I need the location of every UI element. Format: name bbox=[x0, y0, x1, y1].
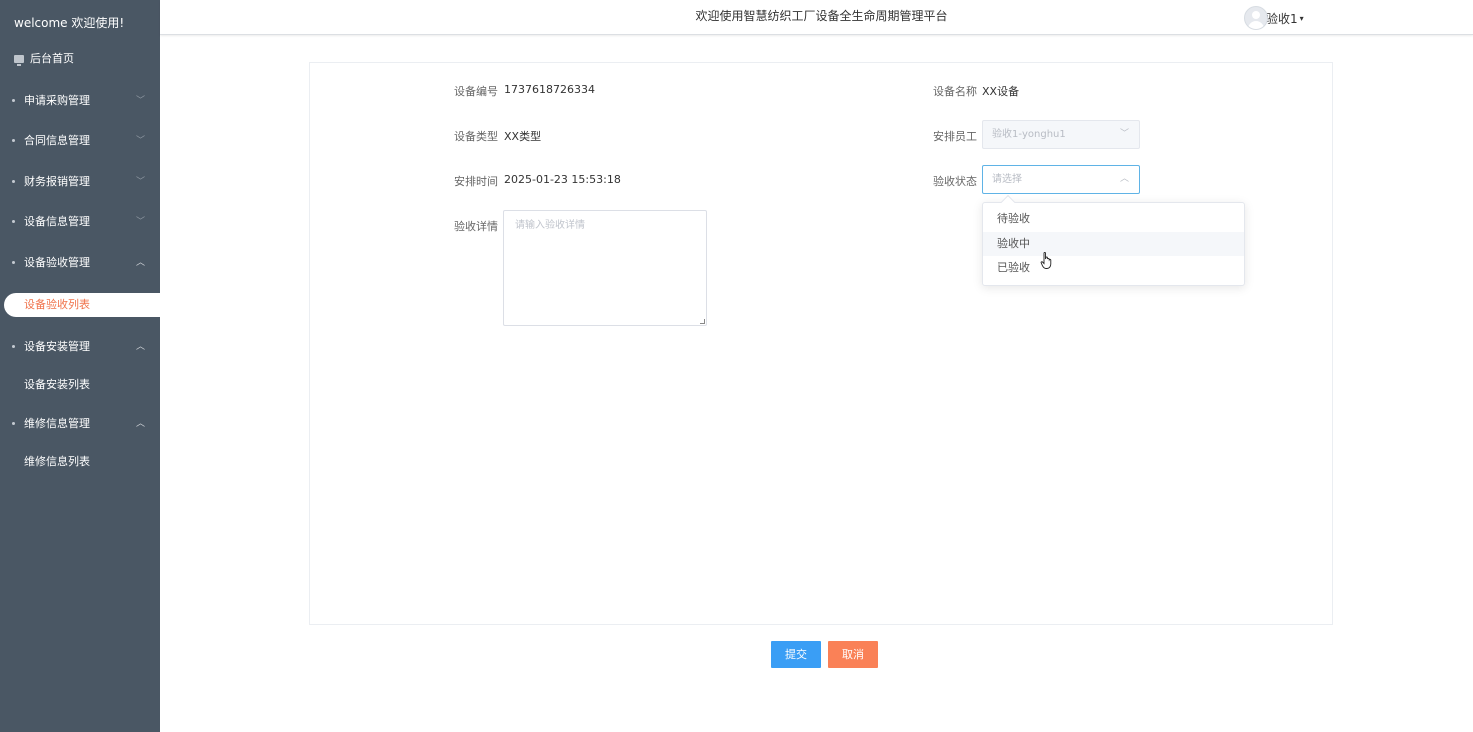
staff-select-value: 验收1-yonghu1 bbox=[992, 129, 1066, 140]
status-select-placeholder: 请选择 bbox=[992, 174, 1022, 185]
sidebar-group-purchase[interactable]: 申请采购管理 ﹀ bbox=[0, 88, 160, 112]
bullet-icon bbox=[12, 138, 15, 142]
sidebar-group-label: 申请采购管理 bbox=[24, 94, 90, 107]
status-option-pending[interactable]: 待验收 bbox=[983, 207, 1244, 231]
chevron-up-icon: ︿ bbox=[135, 342, 145, 352]
sidebar: welcome 欢迎使用! 后台首页 申请采购管理 ﹀ 合同信息管理 ﹀ 财务报… bbox=[0, 0, 160, 732]
sidebar-group-contract[interactable]: 合同信息管理 ﹀ bbox=[0, 128, 160, 152]
sidebar-group-label: 合同信息管理 bbox=[24, 134, 90, 147]
status-dropdown: 待验收 验收中 已验收 bbox=[982, 194, 1245, 286]
user-menu[interactable]: 验收1 ▾ bbox=[1244, 6, 1304, 30]
top-header: 欢迎使用智慧纺织工厂设备全生命周期管理平台 验收1 ▾ bbox=[160, 0, 1473, 35]
device-no-label: 设备编号 bbox=[454, 85, 498, 98]
sidebar-group-label: 维修信息管理 bbox=[24, 417, 90, 430]
sidebar-group-device-info[interactable]: 设备信息管理 ﹀ bbox=[0, 209, 160, 233]
sidebar-group-finance[interactable]: 财务报销管理 ﹀ bbox=[0, 169, 160, 193]
chevron-up-icon: ︿ bbox=[1119, 174, 1129, 184]
bullet-icon bbox=[12, 98, 15, 102]
sidebar-group-label: 设备信息管理 bbox=[24, 215, 90, 228]
staff-select: 验收1-yonghu1 ﹀ bbox=[982, 120, 1140, 149]
status-option-in-progress[interactable]: 验收中 bbox=[983, 232, 1244, 256]
device-no-value: 1737618726334 bbox=[504, 83, 595, 96]
hand-cursor-icon bbox=[1040, 252, 1052, 269]
chevron-down-icon: ﹀ bbox=[135, 177, 145, 187]
chevron-down-icon: ﹀ bbox=[135, 217, 145, 227]
bullet-icon bbox=[12, 260, 15, 264]
device-name-value: XX设备 bbox=[982, 85, 1020, 98]
time-label: 安排时间 bbox=[454, 175, 498, 188]
sidebar-group-label: 财务报销管理 bbox=[24, 175, 90, 188]
caret-down-icon[interactable]: ▾ bbox=[1300, 14, 1304, 23]
status-select[interactable]: 请选择 ︿ bbox=[982, 165, 1140, 194]
sidebar-item-acceptance-list[interactable]: 设备验收列表 bbox=[4, 293, 160, 317]
chevron-down-icon: ﹀ bbox=[135, 136, 145, 146]
time-value: 2025-01-23 15:53:18 bbox=[504, 173, 621, 186]
chevron-up-icon: ︿ bbox=[135, 258, 145, 268]
cancel-button[interactable]: 取消 bbox=[828, 641, 878, 668]
detail-textarea[interactable]: 请输入验收详情 bbox=[503, 210, 707, 326]
sidebar-group-label: 设备安装管理 bbox=[24, 340, 90, 353]
sidebar-item-label: 后台首页 bbox=[30, 52, 74, 65]
resize-handle-icon[interactable] bbox=[700, 319, 705, 324]
chevron-up-icon: ︿ bbox=[135, 419, 145, 429]
submit-button[interactable]: 提交 bbox=[771, 641, 821, 668]
status-label: 验收状态 bbox=[933, 175, 977, 188]
device-name-label: 设备名称 bbox=[933, 85, 977, 98]
detail-label: 验收详情 bbox=[454, 220, 498, 233]
chevron-down-icon: ﹀ bbox=[1119, 129, 1129, 139]
bullet-icon bbox=[12, 344, 15, 348]
avatar[interactable] bbox=[1244, 6, 1268, 30]
detail-textarea-placeholder: 请输入验收详情 bbox=[515, 220, 585, 231]
sidebar-item-home[interactable]: 后台首页 bbox=[0, 46, 160, 72]
staff-label: 安排员工 bbox=[933, 130, 977, 143]
sidebar-group-install[interactable]: 设备安装管理 ︿ bbox=[0, 334, 160, 358]
bullet-icon bbox=[12, 219, 15, 223]
bullet-icon bbox=[12, 421, 15, 425]
chevron-down-icon: ﹀ bbox=[135, 96, 145, 106]
device-type-label: 设备类型 bbox=[454, 130, 498, 143]
form-card bbox=[309, 62, 1333, 625]
sidebar-welcome: welcome 欢迎使用! bbox=[14, 16, 125, 30]
sidebar-item-install-list[interactable]: 设备安装列表 bbox=[0, 373, 160, 397]
sidebar-item-repair-list[interactable]: 维修信息列表 bbox=[0, 450, 160, 474]
status-option-accepted[interactable]: 已验收 bbox=[983, 256, 1244, 280]
user-name[interactable]: 验收1 bbox=[1266, 10, 1298, 27]
monitor-icon bbox=[14, 55, 24, 66]
sidebar-group-repair[interactable]: 维修信息管理 ︿ bbox=[0, 411, 160, 435]
sidebar-group-acceptance[interactable]: 设备验收管理 ︿ bbox=[0, 250, 160, 274]
device-type-value: XX类型 bbox=[504, 130, 542, 143]
sidebar-group-label: 设备验收管理 bbox=[24, 256, 90, 269]
bullet-icon bbox=[12, 179, 15, 183]
